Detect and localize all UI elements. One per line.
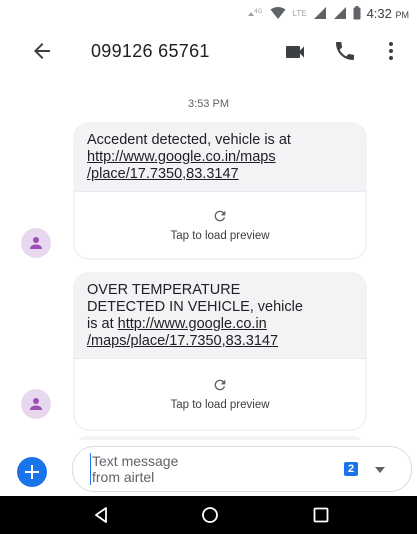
contact-title: 099126 65761 [91,41,210,61]
link-preview-2[interactable]: Tap to load preview [75,358,365,429]
avatar-2 [21,389,51,419]
battery-icon [353,6,361,20]
message-2-line3: is at http://www.google.co.in [87,316,353,333]
message-1-link-line1[interactable]: http://www.google.co.in/maps [87,149,353,166]
back-arrow-icon[interactable] [30,39,54,63]
system-nav-bar [0,496,417,534]
avatar [21,228,51,258]
chevron-down-icon[interactable] [375,467,385,473]
person-icon [30,237,42,249]
wifi-icon [270,7,286,19]
status-time-value: 4:32 [366,5,392,21]
compose-bar: Text message from airtel 2 [0,440,417,496]
signal-icon [313,7,326,19]
conversation-timestamp: 3:53 PM [188,98,229,110]
preview-label-2: Tap to load preview [170,399,270,411]
data-arrows-icon: 4G [248,8,263,16]
signal-icon-2 [333,7,346,19]
svg-text:4G: 4G [254,8,263,15]
person-icon [30,398,42,410]
sim-selector-badge[interactable]: 2 [344,462,358,476]
nav-back-icon[interactable] [92,506,110,524]
link-preview-1[interactable]: Tap to load preview [75,191,365,258]
message-2-line2: DETECTED IN VEHICLE, vehicle [87,299,303,315]
message-text-1: Accedent detected, vehicle is at http://… [73,122,367,191]
message-2-line3-prefix: is at [87,316,118,332]
status-bar: 4G LTE 4:32 PM [0,0,417,26]
message-2-link-line1[interactable]: http://www.google.co.in [118,316,267,332]
reload-icon [214,379,226,391]
nav-home-icon[interactable] [201,506,219,524]
preview-label-1: Tap to load preview [170,230,270,242]
lte-label: LTE [292,8,307,18]
message-bubble-1[interactable]: Accedent detected, vehicle is at http://… [73,122,367,260]
message-text-2: OVER TEMPERATURE DETECTED IN VEHICLE, ve… [73,272,367,358]
add-attachment-button[interactable] [17,457,47,487]
placeholder-line1: Text message [92,453,179,469]
more-vert-icon[interactable] [385,39,397,63]
phone-icon[interactable] [333,39,357,63]
message-input-placeholder: Text message from airtel [90,453,242,485]
status-time: 4:32 PM [367,6,409,21]
message-1-link-line2[interactable]: /place/17.7350,83.3147 [87,166,353,183]
message-2-line1: OVER TEMPERATURE [87,282,241,298]
message-bubble-2[interactable]: OVER TEMPERATURE DETECTED IN VEHICLE, ve… [73,272,367,431]
message-1-line1: Accedent detected, vehicle is at [87,132,291,148]
plus-icon [25,465,39,479]
message-input[interactable]: Text message from airtel 2 [72,446,412,492]
nav-recents-icon[interactable] [313,507,329,523]
app-bar: 099126 65761 [0,26,417,76]
video-call-icon[interactable] [283,40,307,64]
message-2-link-line2[interactable]: /maps/place/17.7350,83.3147 [87,333,353,350]
placeholder-line2: from airtel [92,469,155,485]
reload-icon [214,210,226,222]
status-ampm: PM [395,9,410,20]
